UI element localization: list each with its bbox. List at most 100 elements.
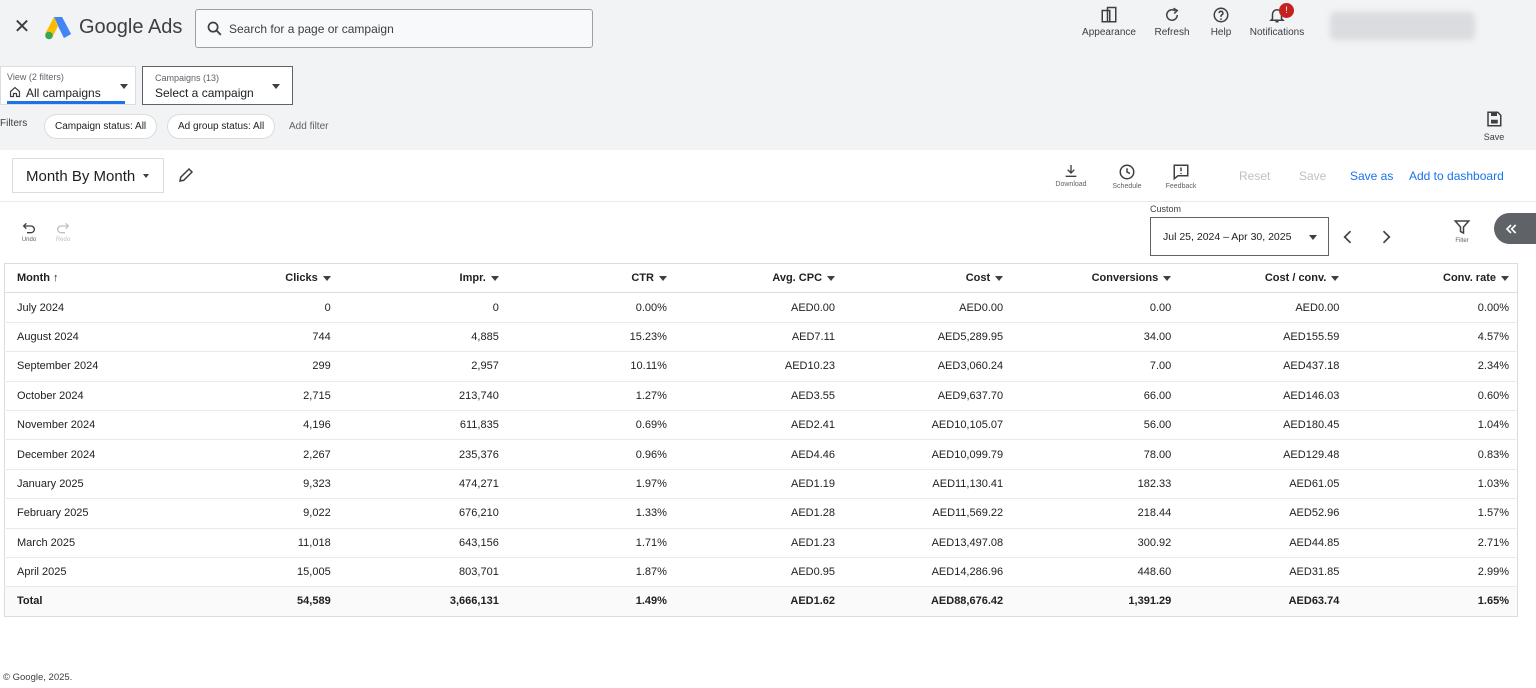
- column-header-cost-per-conv[interactable]: Cost / conv.: [1179, 263, 1348, 294]
- cell-cost: AED13,497.08: [843, 528, 1012, 558]
- column-header-impressions[interactable]: Impr.: [338, 263, 507, 294]
- cell-cost: AED9,637.70: [843, 381, 1012, 411]
- cell-month: February 2025: [4, 498, 185, 529]
- add-filter-button[interactable]: Add filter: [289, 121, 328, 132]
- column-header-conversions[interactable]: Conversions: [1011, 263, 1180, 294]
- cell-clicks: 11,018: [184, 528, 339, 558]
- cell-month: October 2024: [4, 381, 185, 411]
- cell-impressions: 213,740: [338, 381, 507, 411]
- next-period-icon[interactable]: [1376, 227, 1396, 247]
- brand-name: Google Ads: [79, 16, 183, 38]
- refresh-icon: [1166, 7, 1179, 21]
- cell-avg-cpc: AED4.46: [674, 439, 844, 470]
- cell-impressions: 474,271: [338, 469, 507, 500]
- cell-cost-per-conv: AED180.45: [1179, 410, 1348, 441]
- notifications-button[interactable]: Notifications: [1247, 6, 1307, 38]
- table-row: September 2024 299 2,957 10.11% AED10.23 AED3…: [4, 351, 1518, 382]
- save-view-label: Save: [1483, 132, 1505, 142]
- cell-month: July 2024: [4, 292, 185, 323]
- appearance-button[interactable]: Appearance: [1082, 6, 1136, 38]
- schedule-label: Schedule: [1112, 183, 1142, 190]
- column-header-cost[interactable]: Cost: [843, 263, 1012, 294]
- filter-chip-campaign-status[interactable]: Campaign status: All: [44, 114, 158, 139]
- add-to-dashboard-button[interactable]: Add to dashboard: [1409, 169, 1504, 183]
- column-header-month[interactable]: Month ↑: [4, 263, 185, 294]
- cell-conversions: 1,391.29: [1011, 586, 1180, 617]
- cell-impressions: 2,957: [338, 351, 507, 382]
- download-label: Download: [1055, 181, 1087, 188]
- cell-conversions: 78.00: [1011, 439, 1180, 470]
- table-header-row: Month ↑ Clicks Impr. CTR Avg. CPC Cost C…: [4, 263, 1518, 294]
- cell-cost-per-conv: AED44.85: [1179, 528, 1348, 558]
- campaign-selector[interactable]: Campaigns (13) Select a campaign: [142, 66, 293, 105]
- cell-avg-cpc: AED1.23: [674, 528, 844, 558]
- cell-ctr: 10.11%: [506, 351, 675, 382]
- cell-ctr: 1.49%: [506, 586, 675, 617]
- column-header-ctr[interactable]: CTR: [506, 263, 675, 294]
- save-view-button[interactable]: Save: [1480, 110, 1508, 142]
- cell-avg-cpc: AED1.19: [674, 469, 844, 500]
- column-header-conv-rate[interactable]: Conv. rate: [1347, 263, 1518, 294]
- undo-button[interactable]: Undo: [18, 220, 40, 243]
- cell-conversions: 300.92: [1011, 528, 1180, 558]
- cell-avg-cpc: AED1.28: [674, 498, 844, 529]
- table-row: March 2025 11,018 643,156 1.71% AED1.23 AED13…: [4, 528, 1518, 558]
- account-switcher[interactable]: [1330, 12, 1475, 40]
- appearance-icon: [1101, 6, 1117, 23]
- footer-copyright: © Google, 2025.: [3, 672, 73, 683]
- cell-cost: AED0.00: [843, 292, 1012, 323]
- undo-label: Undo: [21, 237, 37, 243]
- cell-clicks: 2,267: [184, 439, 339, 470]
- refresh-button[interactable]: Refresh: [1153, 6, 1191, 38]
- feedback-button[interactable]: Feedback: [1164, 163, 1198, 190]
- table-row: July 2024 0 0 0.00% AED0.00 AED0.00 0.00 AED0.0…: [4, 292, 1518, 323]
- cell-cost: AED10,099.79: [843, 439, 1012, 470]
- column-header-avg-cpc[interactable]: Avg. CPC: [674, 263, 844, 294]
- report-toolbar: Month By Month Download Schedule Feedbac…: [0, 150, 1536, 202]
- help-button[interactable]: Help: [1208, 6, 1234, 38]
- date-range-picker[interactable]: Jul 25, 2024 – Apr 30, 2025: [1150, 217, 1329, 256]
- double-chevron-left-icon: [1505, 224, 1517, 234]
- search-input[interactable]: [229, 18, 579, 40]
- search-box[interactable]: [195, 9, 593, 48]
- cell-clicks: 15,005: [184, 557, 339, 588]
- previous-period-icon[interactable]: [1338, 227, 1358, 247]
- collapse-panel-button[interactable]: [1494, 213, 1536, 244]
- filter-chip-ad-group-status[interactable]: Ad group status: All: [167, 114, 276, 139]
- cell-conversions: 34.00: [1011, 322, 1180, 353]
- save-report-button[interactable]: Save: [1299, 169, 1326, 183]
- view-selector-value: All campaigns: [26, 86, 101, 100]
- reset-button[interactable]: Reset: [1239, 169, 1270, 183]
- cell-avg-cpc: AED1.62: [674, 586, 844, 617]
- chevron-down-icon: [658, 275, 667, 281]
- download-button[interactable]: Download: [1054, 163, 1088, 188]
- table-row: January 2025 9,323 474,271 1.97% AED1.19 AED1…: [4, 469, 1518, 500]
- cell-avg-cpc: AED10.23: [674, 351, 844, 382]
- save-as-button[interactable]: Save as: [1350, 169, 1393, 183]
- cell-month: Total: [4, 586, 185, 617]
- close-icon[interactable]: ✕: [12, 17, 32, 37]
- filter-button[interactable]: Filter: [1450, 218, 1474, 244]
- table-row: February 2025 9,022 676,210 1.33% AED1.28 AED…: [4, 498, 1518, 529]
- cell-month: April 2025: [4, 557, 185, 588]
- cell-clicks: 299: [184, 351, 339, 382]
- chevron-down-icon: [272, 84, 280, 89]
- report-selector[interactable]: Month By Month: [12, 158, 164, 193]
- cell-conversions: 0.00: [1011, 292, 1180, 323]
- edit-pencil-icon[interactable]: [177, 166, 195, 184]
- chevron-down-icon: [143, 174, 149, 178]
- top-bar: ✕ Google Ads Appearance Refresh Help Not…: [0, 0, 1536, 58]
- cell-month: September 2024: [4, 351, 185, 382]
- column-header-clicks[interactable]: Clicks: [184, 263, 339, 294]
- view-selector[interactable]: View (2 filters) All campaigns: [0, 66, 136, 105]
- cell-cost-per-conv: AED31.85: [1179, 557, 1348, 588]
- table-row: November 2024 4,196 611,835 0.69% AED2.41 AED…: [4, 410, 1518, 441]
- chevron-down-icon: [1163, 275, 1172, 281]
- schedule-button[interactable]: Schedule: [1110, 163, 1144, 190]
- sort-ascending-icon: ↑: [53, 272, 59, 285]
- cell-cost-per-conv: AED129.48: [1179, 439, 1348, 470]
- redo-button[interactable]: Redo: [52, 220, 74, 243]
- filter-label: Filter: [1455, 238, 1469, 244]
- cell-ctr: 0.96%: [506, 439, 675, 470]
- view-selector-underline: [7, 101, 125, 104]
